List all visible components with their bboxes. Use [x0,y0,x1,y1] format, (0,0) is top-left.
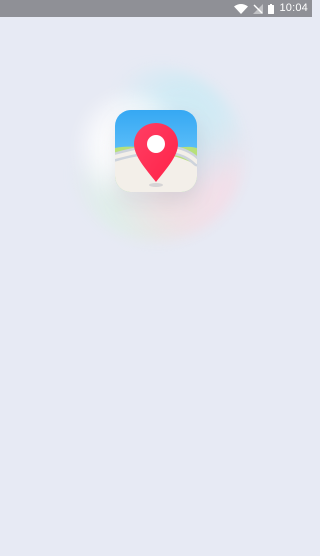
signal-off-icon [253,3,264,14]
wifi-icon [234,3,249,14]
map-pin-app-icon [115,110,197,192]
map-pin-app-icon-graphic [115,110,197,192]
battery-icon [268,3,275,14]
splash-screen [0,17,312,556]
status-icons: 10:04 [234,0,308,17]
status-bar: 10:04 [0,0,312,17]
status-time: 10:04 [279,2,308,14]
